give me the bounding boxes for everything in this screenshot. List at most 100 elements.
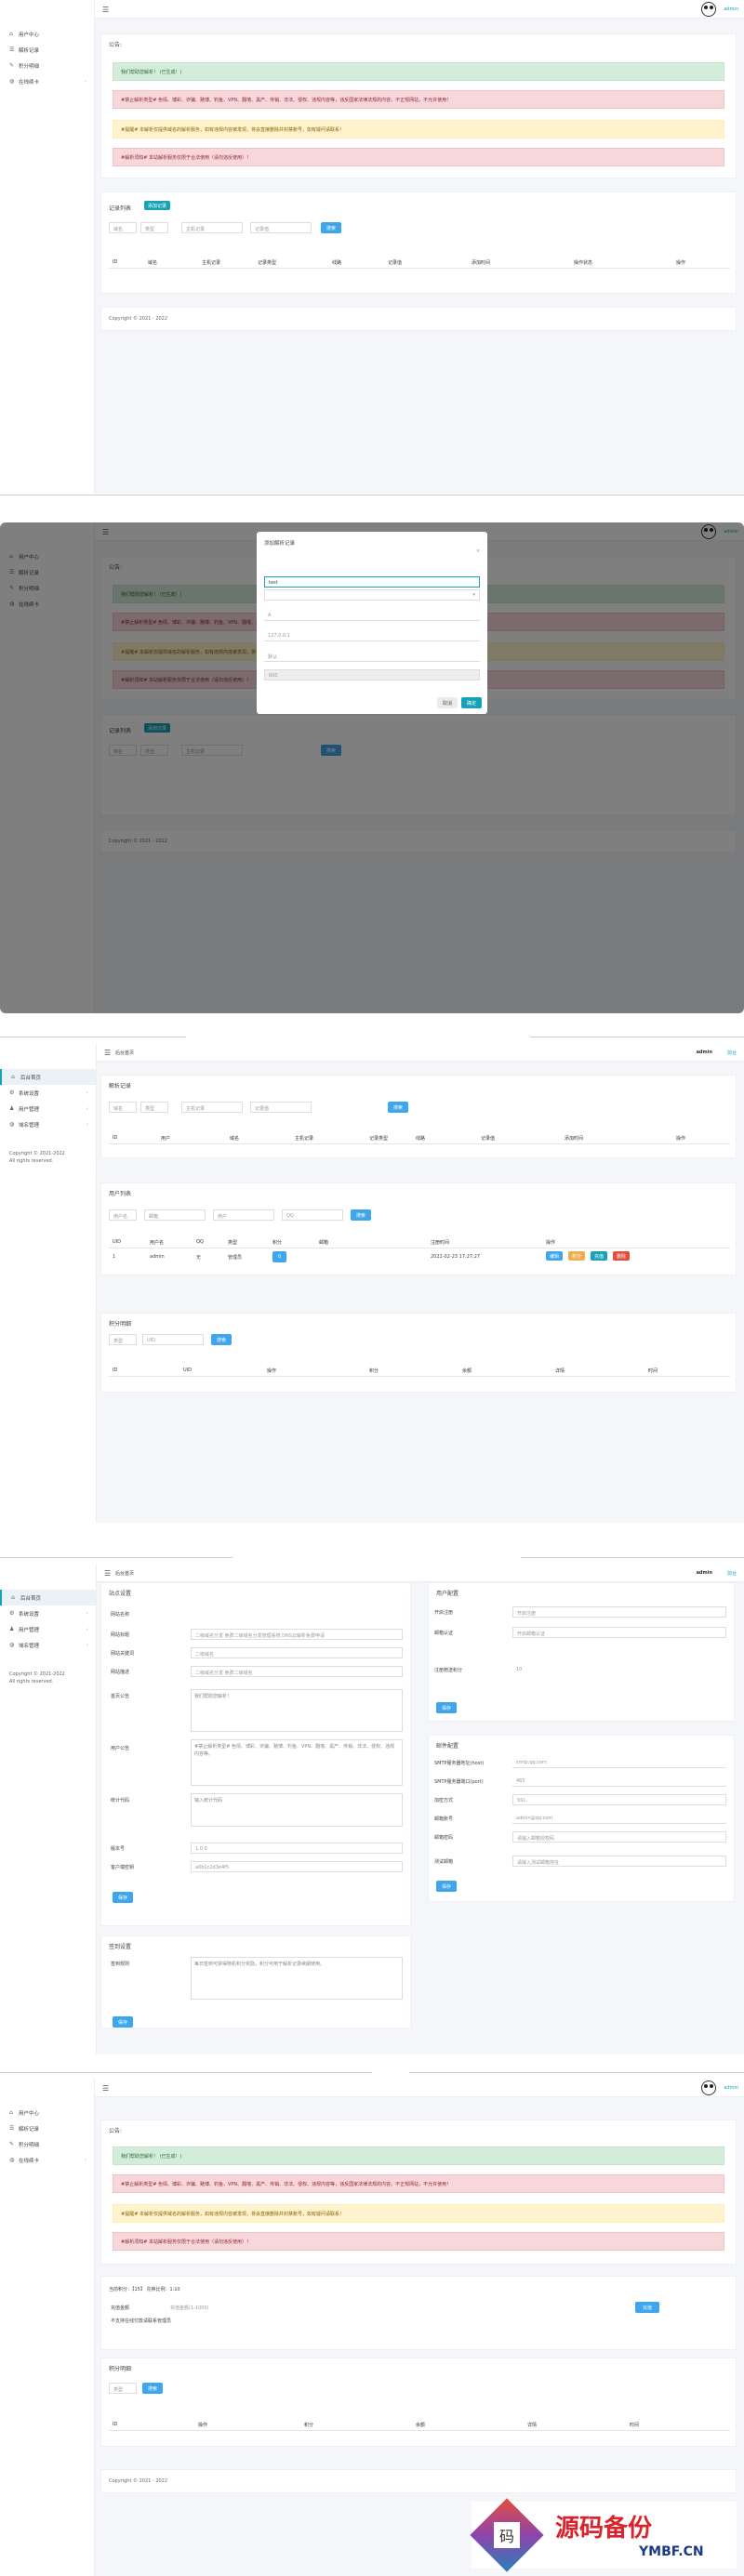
ttl-select[interactable]: 600: [264, 669, 480, 680]
sidebar-item-points[interactable]: ✎积分明细: [0, 2136, 94, 2152]
register-select[interactable]: 开启注册: [512, 1606, 726, 1618]
sidebar-item-admin-home[interactable]: ⌂ 后台首页: [0, 1069, 96, 1085]
smtp-host-input[interactable]: smtp.qq.com: [512, 1757, 726, 1768]
admin-points-header: ID UID 操作 积分 余额 详情 时间: [109, 1364, 730, 1377]
chevron-icon: ‹: [86, 1626, 88, 1632]
test-mail-input[interactable]: 请输入测试邮箱地址: [512, 1856, 726, 1867]
frontend-link[interactable]: 前台: [727, 1050, 737, 1056]
points-uid-input[interactable]: UID: [142, 1334, 204, 1345]
sidebar-item-admin-home[interactable]: ⌂ 后台首页: [0, 1590, 96, 1605]
points-search-button[interactable]: 搜索: [211, 1334, 232, 1345]
user-email-input[interactable]: 邮箱: [144, 1209, 206, 1221]
host-search-input[interactable]: 主机记录: [181, 222, 243, 233]
username[interactable]: admin: [724, 7, 738, 12]
sidebar-item-settings[interactable]: ⚙ 系统设置 ‹: [0, 1085, 96, 1101]
search-button[interactable]: 搜索: [321, 222, 342, 233]
user-icon: ♟: [9, 1105, 15, 1112]
user-notice-textarea[interactable]: #禁止解析类型# 色情、博彩、诈骗、赌博、钓鱼、VPN、翻墙、黑产、传销、非法、…: [191, 1739, 403, 1786]
home-notice-textarea[interactable]: 我们帮助您解析！: [191, 1689, 403, 1732]
value-search-input[interactable]: 记录值: [250, 1102, 312, 1113]
chevron-icon: ‹: [86, 1090, 88, 1096]
points-type-filter[interactable]: 类型: [109, 1334, 137, 1345]
admin-points-title: 积分明细: [109, 1321, 132, 1328]
host-search-input[interactable]: 主机记录: [181, 1102, 243, 1113]
site-title-input[interactable]: 二级域名分发 免费二级域名分发管理系统 DNS云解析免费申请: [191, 1629, 403, 1640]
save-user-config-button[interactable]: 保存: [436, 1702, 458, 1713]
admin-username[interactable]: admin: [697, 1570, 712, 1576]
site-description-input[interactable]: 二级域名分发 免费二级域名: [191, 1666, 403, 1677]
sidebar-item-users[interactable]: ♟ 用户管理 ‹: [0, 1101, 96, 1116]
sidebar-item-home[interactable]: ⌂用户中心: [0, 26, 94, 42]
type-filter[interactable]: 类型: [140, 1102, 168, 1113]
stats-code-textarea[interactable]: 输入统计代码: [191, 1793, 403, 1827]
close-icon[interactable]: ×: [476, 548, 480, 554]
sign-rule-textarea[interactable]: 每日签到可获得随机积分奖励，积分可用于解析记录续期使用。: [191, 1957, 403, 2000]
menu-toggle-icon[interactable]: ☰: [102, 2084, 109, 2093]
renew-amount-input[interactable]: 充值金额(1-1000): [166, 2302, 445, 2313]
chevron-icon: ‹: [86, 1105, 88, 1112]
user-filter[interactable]: 用户名: [109, 1209, 137, 1221]
sidebar-item-renew[interactable]: ◍ 在线续卡 ‹: [0, 73, 94, 89]
notice-card: 公告: 我们帮助您解析！ (已生成！) #禁止解析类型# 色情、博彩、诈骗、赌博…: [100, 2120, 737, 2265]
avatar[interactable]: [701, 2, 716, 17]
menu-toggle-icon[interactable]: ☰: [102, 6, 109, 14]
menu-toggle-icon[interactable]: ☰: [104, 1569, 111, 1578]
domain-filter[interactable]: 域名: [109, 222, 137, 233]
site-keywords-input[interactable]: 二级域名: [191, 1647, 403, 1658]
sidebar-item-users[interactable]: ♟ 用户管理 ‹: [0, 1621, 96, 1637]
sidebar-item-domains[interactable]: ◍ 域名管理 ‹: [0, 1637, 96, 1653]
smtp-port-input[interactable]: 465: [512, 1776, 726, 1787]
user-name-input[interactable]: 用户: [213, 1209, 274, 1221]
value-search-input[interactable]: 记录值: [250, 222, 312, 233]
ip-input[interactable]: 127.0.0.1: [264, 630, 480, 641]
renew-points-filter[interactable]: 类型: [109, 2383, 137, 2394]
avatar[interactable]: [701, 2081, 716, 2095]
host-input[interactable]: test: [264, 576, 480, 588]
sidebar-item-home[interactable]: ⌂用户中心: [0, 2105, 94, 2120]
save-mail-config-button[interactable]: 保存: [436, 1881, 458, 1892]
users-search-button[interactable]: 搜索: [351, 1209, 372, 1221]
edit-icon: ✎: [9, 2141, 15, 2147]
username[interactable]: admin: [724, 2085, 738, 2091]
mail-password-input[interactable]: 请输入邮箱授权码: [512, 1831, 726, 1843]
edit-user-button[interactable]: 编辑: [546, 1251, 564, 1261]
version-input[interactable]: 1.0.0: [191, 1843, 403, 1854]
renew-button[interactable]: 充值: [635, 2302, 660, 2313]
watermark-cube-icon: 码: [470, 2498, 544, 2572]
search-button[interactable]: 搜索: [388, 1102, 409, 1113]
domain-filter[interactable]: 域名: [109, 1102, 137, 1113]
sidebar-item-points[interactable]: ✎积分明细: [0, 58, 94, 73]
recharge-user-button[interactable]: 充值: [591, 1251, 608, 1261]
client-key-input[interactable]: a0b1c2d3e4f5: [191, 1861, 403, 1872]
cancel-button[interactable]: 取消: [437, 697, 458, 708]
points-user-button[interactable]: 积分: [568, 1251, 586, 1261]
watermark-logo: 码 源码备份 YMBF.CN: [470, 2498, 737, 2572]
sidebar-item-domains[interactable]: ◍ 域名管理 ‹: [0, 1116, 96, 1132]
save-sign-button[interactable]: 保存: [113, 2016, 134, 2028]
domain-select[interactable]: ▾: [264, 589, 480, 601]
encryption-select[interactable]: SSL: [512, 1794, 726, 1805]
type-filter[interactable]: 类型: [140, 222, 168, 233]
admin-top-bar: ☰ 后台首页 admin 前台: [97, 1564, 744, 1582]
user-qq-input[interactable]: QQ: [282, 1209, 343, 1221]
save-site-button[interactable]: 保存: [113, 1892, 134, 1903]
add-record-button[interactable]: 添加记录: [144, 201, 171, 210]
email-verify-select[interactable]: 开启邮箱认证: [512, 1627, 726, 1638]
line-select[interactable]: 默认: [264, 651, 480, 662]
frontend-link[interactable]: 前台: [727, 1570, 737, 1577]
renew-points-search[interactable]: 搜索: [142, 2383, 164, 2394]
mail-account-input[interactable]: admin@qq.com: [512, 1813, 726, 1824]
delete-user-button[interactable]: 删除: [613, 1251, 631, 1261]
sign-settings-card: 签到设置 签到规则 每日签到可获得随机积分奖励，积分可用于解析记录续期使用。 保…: [100, 1935, 411, 2028]
records-title: 记录列表: [109, 205, 132, 212]
register-points-input[interactable]: 10: [512, 1664, 726, 1675]
type-select[interactable]: A: [264, 610, 480, 621]
points-badge: 0: [272, 1251, 287, 1262]
sidebar-item-renew[interactable]: ◍ 在线续卡 ‹: [0, 2152, 94, 2168]
sidebar-item-records[interactable]: ☰解析记录: [0, 2120, 94, 2136]
sidebar-item-settings[interactable]: ⚙ 系统设置 ‹: [0, 1605, 96, 1621]
confirm-button[interactable]: 确定: [461, 697, 483, 708]
sidebar-item-records[interactable]: ☰解析记录: [0, 42, 94, 58]
menu-toggle-icon[interactable]: ☰: [104, 1049, 111, 1057]
admin-username[interactable]: admin: [697, 1050, 712, 1055]
